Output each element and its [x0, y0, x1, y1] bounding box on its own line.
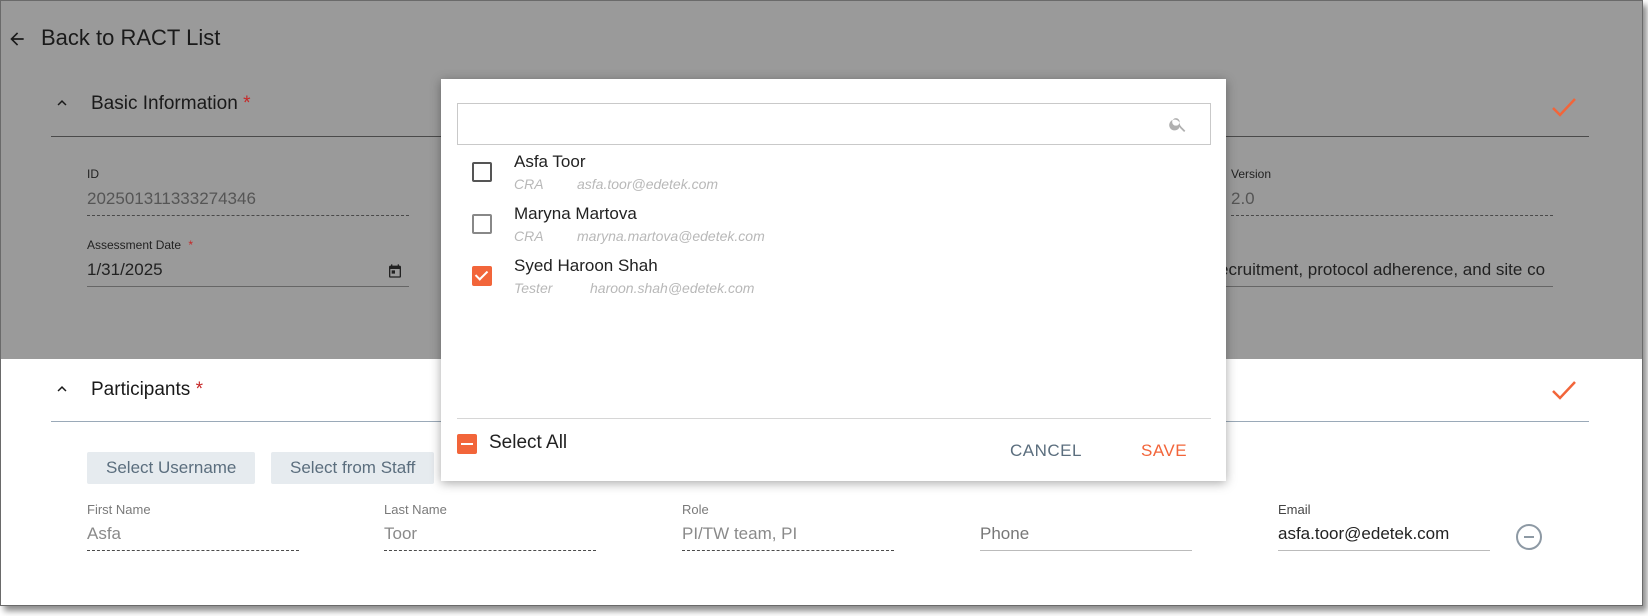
- select-participants-dialog: Asfa Toor CRA asfa.toor@edetek.com Maryn…: [441, 79, 1226, 481]
- phone-input[interactable]: Phone: [980, 524, 1029, 544]
- description-field-underline: [1219, 285, 1553, 287]
- basic-info-title-text: Basic Information: [91, 93, 238, 114]
- cancel-button[interactable]: CANCEL: [1010, 441, 1082, 461]
- person-role: CRA: [514, 176, 544, 192]
- select-username-button[interactable]: Select Username: [87, 452, 256, 484]
- version-value: 2.0: [1231, 189, 1255, 208]
- person-role: Tester: [514, 280, 553, 296]
- remove-participant-icon[interactable]: [1516, 524, 1542, 550]
- check-icon: [1552, 381, 1576, 400]
- first-name-label: First Name: [87, 502, 151, 517]
- person-email: haroon.shah@edetek.com: [590, 280, 755, 296]
- chevron-up-icon[interactable]: [53, 94, 71, 112]
- check-icon: [1552, 98, 1576, 117]
- required-mark: *: [188, 238, 194, 252]
- select-all-checkbox[interactable]: [457, 434, 477, 454]
- person-email: maryna.martova@edetek.com: [577, 228, 765, 244]
- person-checkbox-maryna-martova[interactable]: [472, 214, 492, 234]
- save-button[interactable]: SAVE: [1141, 441, 1187, 461]
- basic-info-title: Basic Information *: [91, 93, 250, 115]
- select-from-staff-button[interactable]: Select from Staff: [271, 452, 435, 484]
- person-name: Asfa Toor: [514, 152, 586, 171]
- person-email: asfa.toor@edetek.com: [577, 176, 719, 192]
- id-value: 202501311333274346: [87, 189, 256, 208]
- description-input[interactable]: ecruitment, protocol adherence, and site…: [1219, 260, 1553, 280]
- id-label: ID: [87, 167, 99, 181]
- last-name-label: Last Name: [384, 502, 447, 517]
- assessment-date-input[interactable]: 1/31/2025: [87, 260, 163, 280]
- role-underline: [682, 549, 894, 551]
- required-mark: *: [243, 93, 251, 114]
- last-name-value: Toor: [384, 524, 418, 543]
- required-mark: *: [195, 379, 203, 400]
- person-name: Syed Haroon Shah: [514, 256, 658, 275]
- participants-title-text: Participants: [91, 379, 191, 400]
- first-name-underline: [87, 549, 299, 551]
- role-label: Role: [682, 502, 709, 517]
- dialog-footer-divider: [457, 418, 1211, 419]
- phone-underline: [980, 549, 1192, 551]
- role-value: PI/TW team, PI: [682, 524, 798, 543]
- person-checkbox-asfa-toor[interactable]: [472, 162, 492, 182]
- back-to-list-link[interactable]: Back to RACT List: [41, 25, 220, 51]
- email-input[interactable]: asfa.toor@edetek.com: [1278, 524, 1449, 544]
- last-name-underline: [384, 549, 596, 551]
- date-field-underline: [87, 285, 409, 287]
- search-input[interactable]: [457, 103, 1211, 145]
- email-underline: [1278, 549, 1490, 551]
- email-label: Email: [1278, 502, 1311, 517]
- person-name: Maryna Martova: [514, 204, 637, 223]
- participants-title: Participants *: [91, 379, 203, 401]
- person-role: CRA: [514, 228, 544, 244]
- version-field-underline: [1231, 214, 1553, 216]
- app-window: Back to RACT List Basic Information * ID…: [0, 0, 1643, 606]
- search-icon[interactable]: [1168, 114, 1188, 134]
- id-field-underline: [87, 214, 409, 216]
- assessment-date-label-text: Assessment Date: [87, 238, 182, 252]
- first-name-value: Asfa: [87, 524, 122, 543]
- assessment-date-label: Assessment Date *: [87, 238, 193, 252]
- version-label: Version: [1231, 167, 1272, 181]
- select-all-label[interactable]: Select All: [489, 432, 567, 454]
- person-checkbox-syed-haroon-shah[interactable]: [472, 266, 492, 286]
- chevron-up-icon[interactable]: [53, 380, 71, 398]
- arrow-left-icon[interactable]: [7, 29, 27, 49]
- calendar-icon[interactable]: [387, 263, 403, 279]
